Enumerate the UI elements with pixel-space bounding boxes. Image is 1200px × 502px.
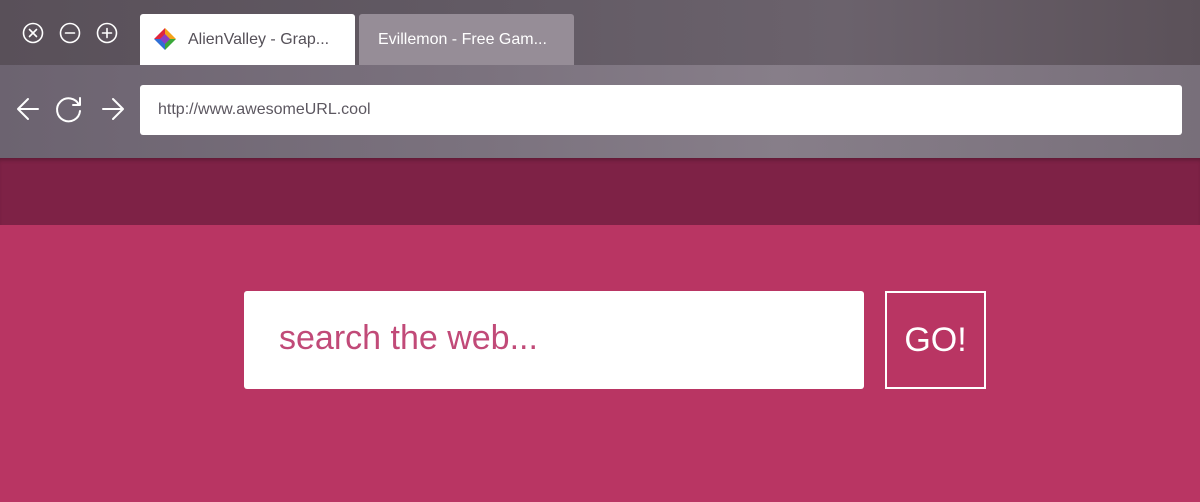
search-input[interactable]: search the web... <box>244 291 864 389</box>
tab-alienvalley[interactable]: AlienValley - Grap... <box>140 14 355 65</box>
page-header-band <box>0 158 1200 225</box>
arrow-left-icon[interactable] <box>14 94 44 124</box>
reload-icon[interactable] <box>54 94 84 124</box>
maximize-icon[interactable] <box>96 22 118 44</box>
navigation-toolbar: http://www.awesomeURL.cool <box>0 65 1200 158</box>
browser-chrome: AlienValley - Grap... Evillemon - Free G… <box>0 0 1200 158</box>
tab-evillemon[interactable]: Evillemon - Free Gam... <box>359 14 574 65</box>
minimize-icon[interactable] <box>59 22 81 44</box>
tab-title: AlienValley - Grap... <box>188 31 330 48</box>
go-button[interactable]: GO! <box>885 291 986 389</box>
address-bar[interactable]: http://www.awesomeURL.cool <box>140 85 1182 135</box>
tab-title: Evillemon - Free Gam... <box>378 31 547 48</box>
page-content: search the web... GO! <box>0 225 1200 502</box>
tab-bar: AlienValley - Grap... Evillemon - Free G… <box>0 0 1200 65</box>
close-icon[interactable] <box>22 22 44 44</box>
multicolor-diamond-icon <box>154 28 176 50</box>
browser-window: AlienValley - Grap... Evillemon - Free G… <box>0 0 1200 502</box>
arrow-right-icon[interactable] <box>98 94 128 124</box>
